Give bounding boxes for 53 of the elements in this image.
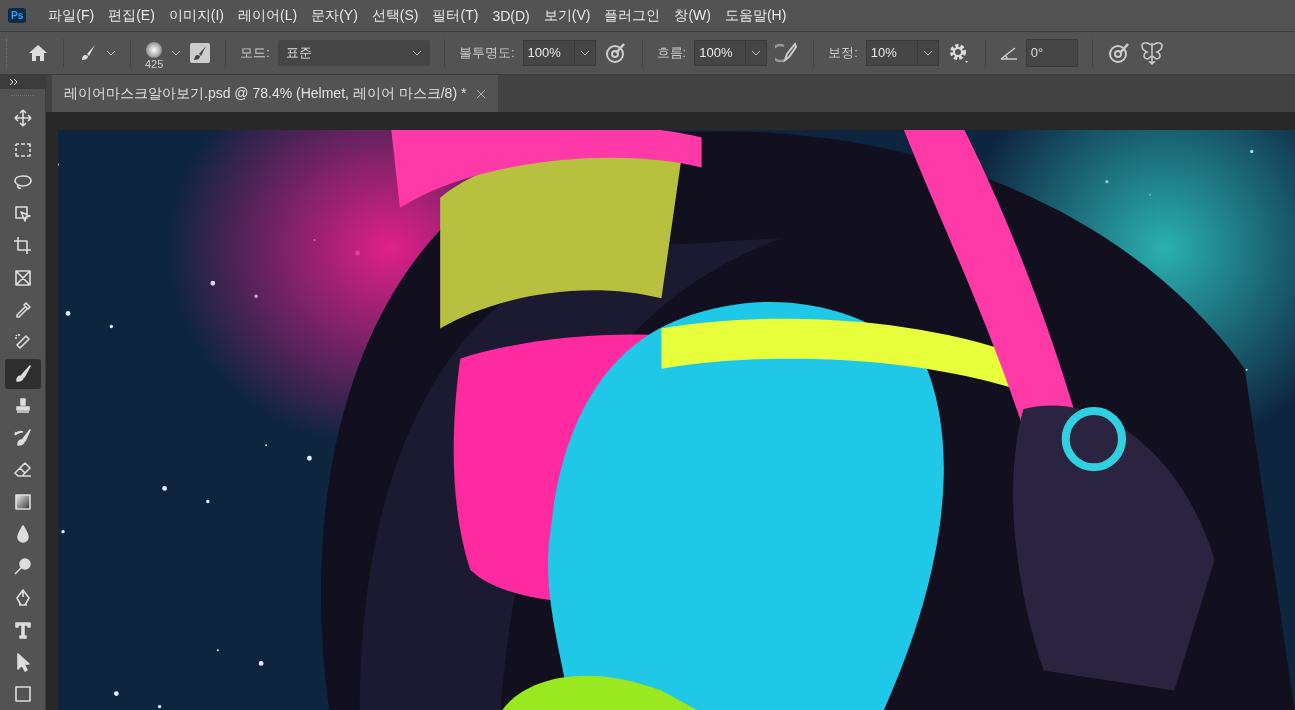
- gradient-icon: [12, 492, 33, 512]
- menu-item[interactable]: 3D(D): [492, 7, 530, 24]
- caret-icon[interactable]: [106, 49, 116, 57]
- lasso-icon: [12, 172, 33, 192]
- menu-item[interactable]: 필터(T): [432, 6, 479, 25]
- menu-item[interactable]: 도움말(H): [724, 6, 787, 25]
- percent-field[interactable]: 100%: [694, 40, 768, 66]
- menu-item[interactable]: 레이어(L): [238, 6, 298, 25]
- menu-item[interactable]: 보기(V): [543, 6, 591, 25]
- document-tab[interactable]: 레이어마스크알아보기.psd @ 78.4% (Helmet, 레이어 마스크/8) *: [52, 75, 499, 112]
- frame-icon: [12, 268, 33, 288]
- option-label: 보정:: [828, 44, 858, 62]
- move-icon: [12, 108, 33, 128]
- expand-icon[interactable]: [10, 79, 18, 85]
- option-label: 불투명도:: [459, 44, 515, 62]
- brush-preview-icon[interactable]: [146, 42, 163, 58]
- menu-item[interactable]: 파일(F): [48, 6, 95, 25]
- caret-icon[interactable]: [751, 49, 762, 57]
- menu-item[interactable]: 편집(E): [108, 6, 155, 25]
- caret-icon[interactable]: [922, 49, 933, 57]
- caret-icon[interactable]: [579, 49, 590, 57]
- angle-field[interactable]: 0°: [1025, 39, 1078, 67]
- mode-dropdown[interactable]: 표준: [278, 40, 430, 66]
- pressure-size-icon[interactable]: [1106, 41, 1131, 65]
- percent-field[interactable]: 10%: [865, 40, 939, 66]
- crop-icon: [12, 236, 33, 256]
- percent-field[interactable]: 100%: [522, 40, 596, 66]
- butterfly-icon[interactable]: [1138, 40, 1165, 66]
- close-icon[interactable]: [476, 88, 487, 99]
- object-selection-icon: [12, 204, 33, 224]
- eraser-icon: [12, 460, 33, 480]
- home-icon[interactable]: [27, 43, 49, 63]
- caret-icon: [412, 49, 422, 57]
- airbrush-icon[interactable]: [775, 41, 800, 65]
- option-label: 흐름:: [656, 44, 687, 62]
- rectangle-icon: [12, 684, 33, 704]
- app-logo: Ps: [8, 8, 27, 23]
- brush-size: 425: [145, 58, 164, 70]
- brush-panel-icon[interactable]: [189, 42, 212, 64]
- menu-item[interactable]: 이미지(I): [168, 6, 224, 25]
- type-icon: [12, 620, 33, 640]
- menu-item[interactable]: 플러그인: [604, 6, 661, 25]
- angle-icon: [999, 46, 1018, 60]
- menu-item[interactable]: 문자(Y): [311, 6, 358, 25]
- history-brush-icon: [12, 428, 33, 448]
- mode-label: 모드:: [240, 44, 270, 62]
- bandage-icon: [12, 332, 33, 352]
- menu-item[interactable]: 창(W): [674, 6, 711, 25]
- tool-button[interactable]: [4, 359, 41, 389]
- caret-icon[interactable]: [171, 49, 182, 57]
- menu-item[interactable]: 선택(S): [371, 6, 419, 25]
- pressure-icon[interactable]: [603, 41, 628, 65]
- dodge-icon: [12, 556, 33, 576]
